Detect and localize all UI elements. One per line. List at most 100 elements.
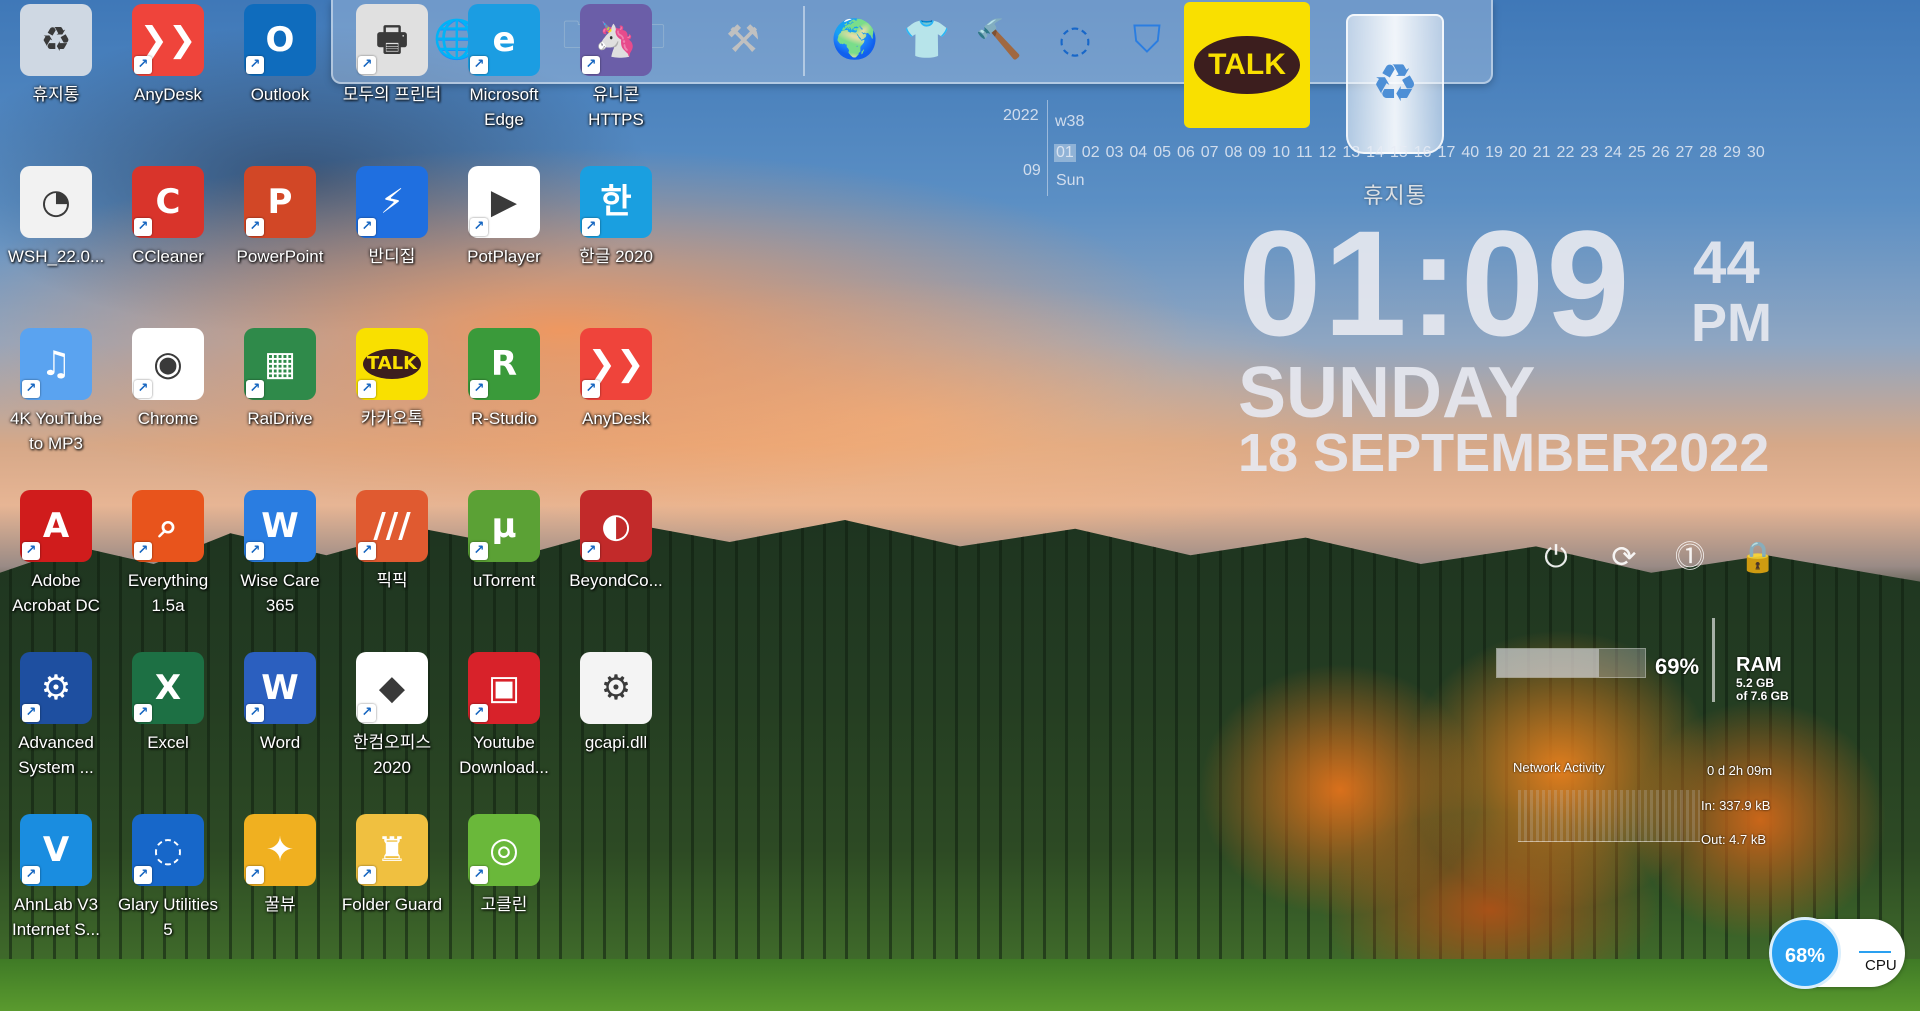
desktop-icon[interactable]: R ↗ R-Studio: [452, 328, 556, 431]
clock-time: 01:09: [1238, 199, 1632, 367]
desktop-icon[interactable]: W ↗ Wise Care 365: [228, 490, 332, 618]
calendar-day: 26: [1651, 144, 1670, 161]
calendar-day: 11: [1295, 144, 1313, 161]
calendar-days: 01 02 03 04 05 06 07 08 09 10 11 12 13 14 15 16 17 40 19 20…: [1054, 144, 1765, 162]
ccleaner-icon: C ↗: [132, 166, 204, 238]
dock-tshirt-icon[interactable]: 👕: [892, 4, 962, 74]
desktop-icon[interactable]: X ↗ Excel: [116, 652, 220, 755]
calendar-day: 14: [1366, 144, 1384, 161]
desktop-icon[interactable]: ❯❯ ↗ AnyDesk: [564, 328, 668, 431]
desktop-icon-label: 휴지통: [32, 85, 80, 104]
unicorn-icon: 🦄 ↗: [580, 4, 652, 76]
desktop-icon[interactable]: ♻ 휴지통: [4, 4, 108, 107]
utorrent-icon: µ ↗: [468, 490, 540, 562]
desktop-icon[interactable]: O ↗ Outlook: [228, 4, 332, 107]
clock-day: SUNDAY: [1238, 353, 1536, 433]
network-in: In: 337.9 kB: [1701, 798, 1771, 813]
desktop-icon[interactable]: C ↗ CCleaner: [116, 166, 220, 269]
desktop-icon[interactable]: 🖶 ↗ 모두의 프린터: [340, 4, 444, 107]
desktop-icon[interactable]: ❯❯ ↗ AnyDesk: [116, 4, 220, 107]
shortcut-arrow-icon: ↗: [358, 542, 376, 560]
dock-separator: [803, 6, 805, 76]
desktop-icon-label: PotPlayer: [467, 247, 541, 266]
calendar-day: 09: [1248, 144, 1267, 161]
desktop-icon[interactable]: ◆ ↗ 한컴오피스 2020: [340, 652, 444, 780]
desktop-icon[interactable]: e ↗ Microsoft Edge: [452, 4, 556, 132]
desktop-icon[interactable]: V ↗ AhnLab V3 Internet S...: [4, 814, 108, 942]
desktop-icon[interactable]: ⚡ ↗ 반디집: [340, 166, 444, 269]
calendar-day: 05: [1153, 144, 1171, 161]
desktop-icon[interactable]: ♫ ↗ 4K YouTube to MP3: [4, 328, 108, 456]
shortcut-arrow-icon: ↗: [358, 218, 376, 236]
dock-glary-icon[interactable]: ◌: [1040, 4, 1110, 74]
calendar-day: 02: [1081, 144, 1100, 161]
desktop-icon[interactable]: ✦ ↗ 꿀뷰: [228, 814, 332, 917]
desktop-icon[interactable]: µ ↗ uTorrent: [452, 490, 556, 593]
desktop-icon[interactable]: ///↗ 픽픽: [340, 490, 444, 593]
shortcut-arrow-icon: ↗: [358, 56, 376, 74]
desktop-icon[interactable]: ◔ WSH_22.0...: [4, 166, 108, 269]
desktop-icon[interactable]: ◎ ↗ 고클린: [452, 814, 556, 917]
desktop-icon-label: CCleaner: [132, 247, 204, 266]
desktop-icon-label: PowerPoint: [236, 247, 324, 266]
desktop-icon-label: 고클린: [480, 895, 528, 914]
shortcut-arrow-icon: ↗: [582, 542, 600, 560]
desktop-icon[interactable]: 🦄 ↗ 유니콘 HTTPS: [564, 4, 668, 132]
dock-network-globe-icon[interactable]: 🌍: [820, 4, 890, 74]
excel-icon: X ↗: [132, 652, 204, 724]
shortcut-arrow-icon: ↗: [582, 56, 600, 74]
restart-icon[interactable]: ⟳: [1604, 538, 1644, 578]
youtube-mp3-icon: ♫ ↗: [20, 328, 92, 400]
network-uptime: 0 d 2h 09m: [1707, 763, 1773, 778]
calendar-day: 03: [1105, 144, 1124, 161]
ahnlab-icon: V ↗: [20, 814, 92, 886]
calendar-day: 25: [1627, 144, 1646, 161]
desktop-icon[interactable]: ⚙ ↗ Advanced System ...: [4, 652, 108, 780]
desktop-icon[interactable]: ⚙ gcapi.dll: [564, 652, 668, 755]
desktop-icon[interactable]: W ↗ Word: [228, 652, 332, 755]
raidrive-icon: ▦ ↗: [244, 328, 316, 400]
dll-file-icon: ⚙: [580, 652, 652, 724]
shortcut-arrow-icon: ↗: [358, 704, 376, 722]
dock-tools-icon[interactable]: ⚒: [708, 4, 778, 74]
desktop-icon[interactable]: P ↗ PowerPoint: [228, 166, 332, 269]
kakaotalk-icon: TALK ↗: [356, 328, 428, 400]
outlook-icon: O ↗: [244, 4, 316, 76]
cpu-widget[interactable]: 68% CPU: [1769, 917, 1905, 989]
clock-date: 18 SEPTEMBER2022: [1238, 423, 1770, 483]
power-icon[interactable]: ⏻: [1536, 538, 1576, 578]
folder-guard-icon: ♜ ↗: [356, 814, 428, 886]
calendar-day: 04: [1129, 144, 1148, 161]
dock-recycle-bin[interactable]: ♻: [1336, 6, 1454, 156]
desktop-icon[interactable]: ◌ ↗ Glary Utilities 5: [116, 814, 220, 942]
dock-wise-care-icon[interactable]: ⛉: [1112, 4, 1182, 74]
desktop-icon-label: gcapi.dll: [584, 733, 648, 752]
sleep-icon[interactable]: ⓵: [1670, 538, 1710, 578]
lock-icon[interactable]: 🔒: [1738, 538, 1778, 578]
desktop-icon-label: 꿀뷰: [264, 895, 296, 914]
desktop-icon[interactable]: 한 ↗ 한글 2020: [564, 166, 668, 269]
desktop-icon[interactable]: ▶ ↗ PotPlayer: [452, 166, 556, 269]
desktop-icon[interactable]: TALK ↗ 카카오톡: [340, 328, 444, 431]
desktop-icon-label: Word: [259, 733, 301, 752]
desktop-icon-label: Advanced System ...: [18, 733, 94, 777]
desktop-icon[interactable]: ▣ ↗ Youtube Download...: [452, 652, 556, 780]
desktop-icon-label: 한글 2020: [579, 247, 653, 266]
printer-icon: 🖶 ↗: [356, 4, 428, 76]
shortcut-arrow-icon: ↗: [246, 542, 264, 560]
calendar-day: 24: [1604, 144, 1622, 161]
calendar-day: 07: [1200, 144, 1219, 161]
shortcut-arrow-icon: ↗: [22, 380, 40, 398]
desktop-icon[interactable]: ◉ ↗ Chrome: [116, 328, 220, 431]
desktop-icon[interactable]: ◐ ↗ BeyondCo...: [564, 490, 668, 593]
dock-kakaotalk[interactable]: TALK: [1184, 2, 1310, 128]
desktop-icon[interactable]: A ↗ Adobe Acrobat DC: [4, 490, 108, 618]
ram-percent: 69%: [1655, 654, 1700, 679]
ram-total: of 7.6 GB: [1736, 689, 1789, 703]
calendar-day: 19: [1485, 144, 1503, 161]
desktop-icon[interactable]: ⌕ ↗ Everything 1.5a: [116, 490, 220, 618]
dock-hammer-icon[interactable]: 🔨: [964, 4, 1034, 74]
desktop-icon[interactable]: ♜ ↗ Folder Guard: [340, 814, 444, 917]
shortcut-arrow-icon: ↗: [134, 866, 152, 884]
desktop-icon[interactable]: ▦ ↗ RaiDrive: [228, 328, 332, 431]
